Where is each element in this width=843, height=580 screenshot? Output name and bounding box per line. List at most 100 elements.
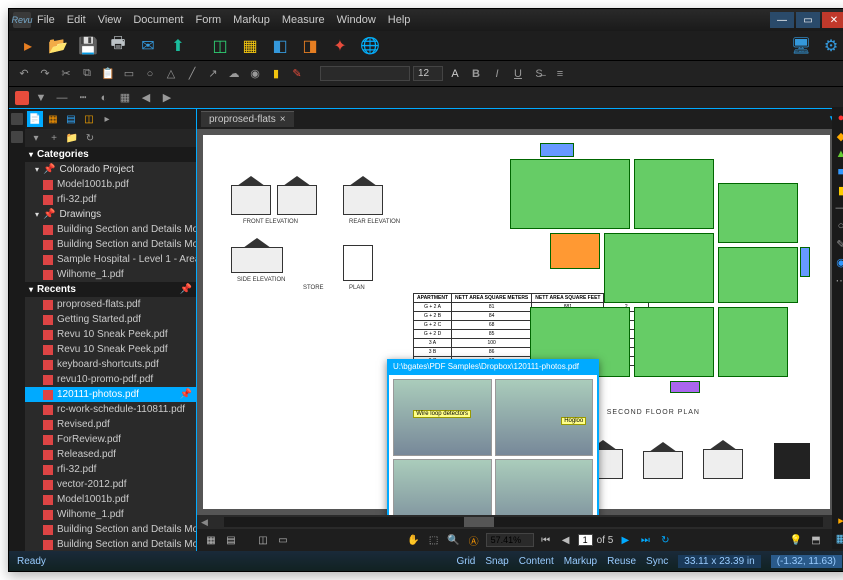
bold-icon[interactable]: B bbox=[467, 65, 485, 83]
bulb-icon[interactable]: 💡 bbox=[788, 532, 804, 548]
prev-page-icon[interactable]: ◀ bbox=[558, 532, 574, 548]
save-icon[interactable]: 💾 bbox=[75, 33, 101, 59]
rail-icon[interactable] bbox=[11, 131, 23, 143]
hand-icon[interactable]: ✋ bbox=[406, 532, 422, 548]
menu-window[interactable]: Window bbox=[337, 14, 376, 26]
gear-icon[interactable]: ⚙ bbox=[818, 33, 843, 59]
minimize-button[interactable]: — bbox=[770, 12, 794, 28]
rt-icon[interactable]: ▮ bbox=[834, 183, 843, 197]
menu-help[interactable]: Help bbox=[388, 14, 411, 26]
menu-markup[interactable]: Markup bbox=[233, 14, 270, 26]
mail-icon[interactable]: ✉ bbox=[135, 33, 161, 59]
new-icon[interactable]: ▸ bbox=[15, 33, 41, 59]
strike-icon[interactable]: S̶ bbox=[530, 65, 548, 83]
maximize-button[interactable]: ▭ bbox=[796, 12, 820, 28]
line-icon[interactable]: ╱ bbox=[183, 65, 201, 83]
end1-icon[interactable]: ◀ bbox=[137, 89, 155, 107]
next-page-icon[interactable]: ▶ bbox=[617, 532, 633, 548]
page-input[interactable]: 1 bbox=[578, 534, 593, 546]
file-item[interactable]: Building Section and Details Model (1).p… bbox=[25, 537, 196, 551]
menu-form[interactable]: Form bbox=[196, 14, 222, 26]
rt-icon[interactable]: ✎ bbox=[834, 237, 843, 251]
rt-icon[interactable]: ▦ bbox=[834, 531, 843, 545]
menu-edit[interactable]: Edit bbox=[67, 14, 86, 26]
file-item[interactable]: Revised.pdf bbox=[25, 417, 196, 432]
file-item[interactable]: Model1001b.pdf bbox=[25, 177, 196, 192]
file-item[interactable]: Released.pdf bbox=[25, 447, 196, 462]
undo-icon[interactable]: ↶ bbox=[15, 65, 33, 83]
dim-icon[interactable]: ⬒ bbox=[808, 532, 824, 548]
zoom-icon[interactable]: 🔍 bbox=[446, 532, 462, 548]
horizontal-scrollbar[interactable]: ◀ ▶ bbox=[197, 515, 843, 529]
file-item[interactable]: rfi-32.pdf bbox=[25, 462, 196, 477]
shape1-icon[interactable]: ▭ bbox=[120, 65, 138, 83]
monitor-icon[interactable]: 🖥 bbox=[788, 33, 814, 59]
toggle-grid[interactable]: Grid bbox=[456, 556, 475, 567]
redo-icon[interactable]: ↷ bbox=[36, 65, 54, 83]
view3-icon[interactable]: ◫ bbox=[255, 532, 271, 548]
view1-icon[interactable]: ▦ bbox=[203, 532, 219, 548]
rail-icon[interactable] bbox=[11, 113, 23, 125]
text-select-icon[interactable]: Ⓐ bbox=[466, 532, 482, 548]
first-page-icon[interactable]: ⏮ bbox=[538, 532, 554, 548]
toggle-markup[interactable]: Markup bbox=[564, 556, 597, 567]
recents-header[interactable]: ▾Recents📌 bbox=[25, 282, 196, 297]
last-page-icon[interactable]: ⏭ bbox=[637, 532, 653, 548]
rt-icon[interactable]: ▲ bbox=[834, 147, 843, 161]
font-letter[interactable]: A bbox=[446, 65, 464, 83]
menu-view[interactable]: View bbox=[98, 14, 122, 26]
paste-icon[interactable]: 📋 bbox=[99, 65, 117, 83]
select-icon[interactable]: ⬚ bbox=[426, 532, 442, 548]
cut-icon[interactable]: ✂ bbox=[57, 65, 75, 83]
shape2-icon[interactable]: ○ bbox=[141, 65, 159, 83]
font-select[interactable] bbox=[320, 66, 410, 81]
expand-icon[interactable]: ▾ bbox=[29, 131, 43, 145]
rt-icon[interactable]: ◆ bbox=[834, 129, 843, 143]
rt-icon[interactable]: ▸ bbox=[834, 513, 843, 527]
file-item[interactable]: keyboard-shortcuts.pdf bbox=[25, 357, 196, 372]
highlight-icon[interactable]: ▮ bbox=[267, 65, 285, 83]
opacity-icon[interactable]: ◐ bbox=[95, 89, 113, 107]
tab-book-icon[interactable]: ▤ bbox=[63, 111, 79, 127]
view4-icon[interactable]: ▭ bbox=[275, 532, 291, 548]
shape3-icon[interactable]: △ bbox=[162, 65, 180, 83]
end2-icon[interactable]: ▶ bbox=[158, 89, 176, 107]
file-item[interactable]: revu10-promo-pdf.pdf bbox=[25, 372, 196, 387]
pen-icon[interactable]: ✎ bbox=[288, 65, 306, 83]
toggle-reuse[interactable]: Reuse bbox=[607, 556, 636, 567]
print-icon[interactable]: 🖶 bbox=[105, 33, 131, 59]
zoom-input[interactable] bbox=[486, 533, 534, 547]
view2-icon[interactable]: ▤ bbox=[223, 532, 239, 548]
italic-icon[interactable]: I bbox=[488, 65, 506, 83]
file-item[interactable]: rc-work-schedule-110811.pdf bbox=[25, 402, 196, 417]
file-item[interactable]: vector-2012.pdf bbox=[25, 477, 196, 492]
file-item[interactable]: Building Section and Details Model (1).p… bbox=[25, 222, 196, 237]
align-icon[interactable]: ≡ bbox=[551, 65, 569, 83]
hatch-icon[interactable]: ▦ bbox=[116, 89, 134, 107]
arrow-icon[interactable]: ↗ bbox=[204, 65, 222, 83]
project-node[interactable]: ▾📌 Colorado Project bbox=[25, 162, 196, 177]
rotate-icon[interactable]: ↻ bbox=[657, 532, 673, 548]
font-size[interactable] bbox=[413, 66, 443, 81]
copy-icon[interactable]: ⧉ bbox=[78, 65, 96, 83]
toggle-content[interactable]: Content bbox=[519, 556, 554, 567]
toggle-snap[interactable]: Snap bbox=[485, 556, 508, 567]
tab-close-icon[interactable]: × bbox=[280, 114, 286, 125]
file-item[interactable]: Wilhome_1.pdf bbox=[25, 507, 196, 522]
refresh-icon[interactable]: ↻ bbox=[83, 131, 97, 145]
pin-icon[interactable]: 📌 bbox=[180, 284, 192, 295]
linew-icon[interactable]: — bbox=[53, 89, 71, 107]
tool-d-icon[interactable]: ◨ bbox=[297, 33, 323, 59]
file-item[interactable]: Model1001b.pdf bbox=[25, 492, 196, 507]
tool-c-icon[interactable]: ◧ bbox=[267, 33, 293, 59]
file-item[interactable]: ForReview.pdf bbox=[25, 432, 196, 447]
open-icon[interactable]: 📂 bbox=[45, 33, 71, 59]
tab-files-icon[interactable]: 📄 bbox=[27, 111, 43, 127]
file-item[interactable]: Getting Started.pdf bbox=[25, 312, 196, 327]
underline-icon[interactable]: U bbox=[509, 65, 527, 83]
menu-measure[interactable]: Measure bbox=[282, 14, 325, 26]
drawings-node[interactable]: ▾📌 Drawings bbox=[25, 207, 196, 222]
file-item[interactable]: Wilhome_1.pdf bbox=[25, 267, 196, 282]
tab-more-icon[interactable]: ▸ bbox=[99, 111, 115, 127]
categories-header[interactable]: ▾Categories bbox=[25, 147, 196, 162]
